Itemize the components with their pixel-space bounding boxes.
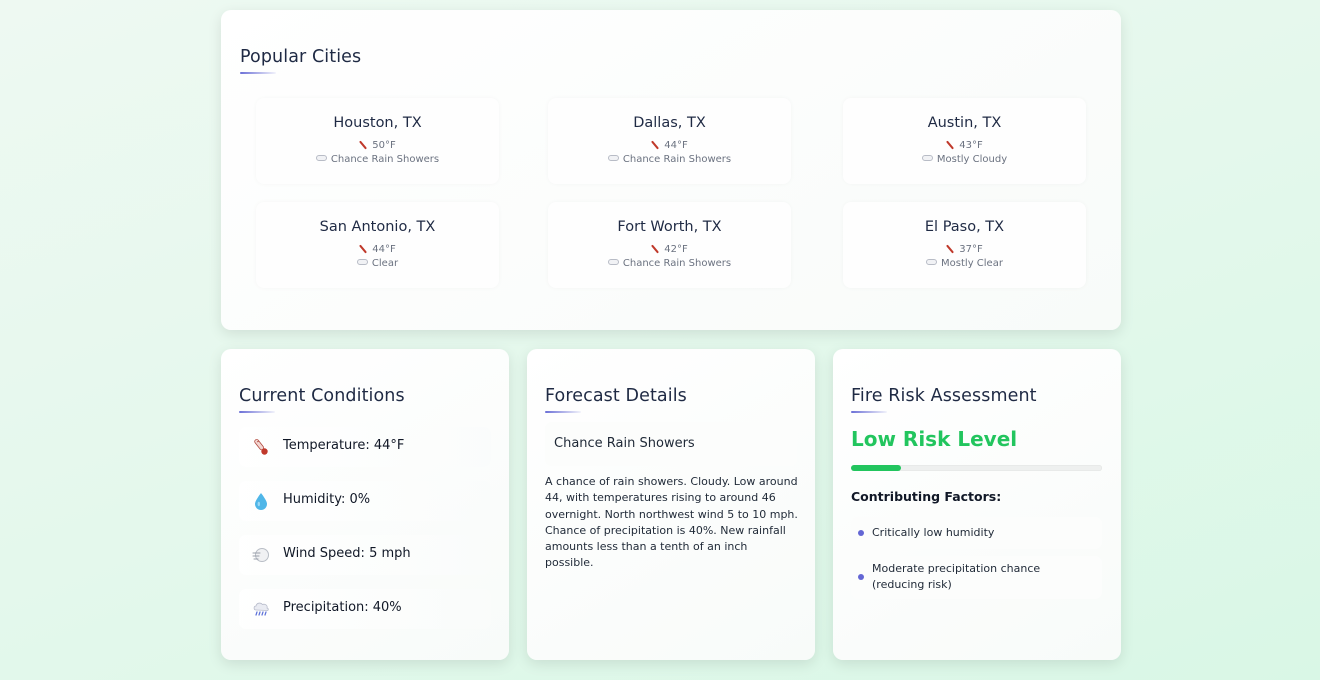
fire-risk-card: Fire Risk Assessment Low Risk Level Cont…: [833, 349, 1121, 660]
forecast-details-card: Forecast Details Chance Rain Showers A c…: [527, 349, 815, 660]
contributing-factors-title: Contributing Factors:: [851, 489, 1002, 504]
factor-item: Critically low humidity: [851, 517, 1102, 549]
city-temp-value: 44°F: [664, 140, 688, 151]
rain-cloud-icon: [253, 602, 269, 616]
city-condition-value: Chance Rain Showers: [622, 154, 732, 165]
city-card-san-antonio[interactable]: San Antonio, TX 44°F Clear: [256, 202, 499, 288]
cloud-icon: [356, 259, 368, 265]
humidity-label: Humidity: 0%: [283, 492, 371, 507]
temperature-label: Temperature: 44°F: [283, 438, 405, 453]
city-condition: Chance Rain Showers: [256, 154, 499, 165]
bullet-dot: [858, 574, 864, 580]
forecast-short-text: Chance Rain Showers: [554, 436, 695, 451]
wind-row: Wind Speed: 5 mph: [239, 535, 491, 575]
factor-text: Critically low humidity: [872, 526, 995, 539]
title-underline: [545, 411, 581, 413]
wind-icon: [252, 548, 269, 562]
city-temp: 37°F: [843, 244, 1086, 255]
droplet-icon: [255, 493, 267, 510]
popular-cities-title: Popular Cities: [240, 47, 362, 67]
factor-item: Moderate precipitation chance (reducing …: [851, 556, 1102, 599]
humidity-row: Humidity: 0%: [239, 481, 491, 521]
current-conditions-card: Current Conditions Temperature: 44°F Hum…: [221, 349, 509, 660]
city-card-houston[interactable]: Houston, TX 50°F Chance Rain Showers: [256, 98, 499, 184]
city-temp-value: 42°F: [664, 244, 688, 255]
bullet-dot: [858, 530, 864, 536]
city-card-el-paso[interactable]: El Paso, TX 37°F Mostly Clear: [843, 202, 1086, 288]
city-condition: Mostly Cloudy: [843, 154, 1086, 165]
city-condition: Chance Rain Showers: [548, 258, 791, 269]
city-condition-value: Clear: [371, 258, 399, 269]
title-underline: [239, 411, 275, 413]
risk-level-label: Low Risk Level: [851, 427, 1018, 451]
city-condition: Clear: [256, 258, 499, 269]
thermometer-icon: [359, 245, 368, 254]
city-card-dallas[interactable]: Dallas, TX 44°F Chance Rain Showers: [548, 98, 791, 184]
city-temp-value: 50°F: [372, 140, 396, 151]
risk-level-bar-fill: [851, 465, 902, 471]
thermometer-icon: [359, 141, 368, 150]
city-name: El Paso, TX: [924, 219, 1005, 235]
city-temp: 42°F: [548, 244, 791, 255]
cloud-icon: [607, 155, 619, 161]
thermometer-icon: [651, 245, 660, 254]
cloud-icon: [607, 259, 619, 265]
fire-risk-title: Fire Risk Assessment: [851, 386, 1037, 406]
title-underline: [240, 72, 276, 74]
city-name: Austin, TX: [927, 115, 1002, 131]
thermometer-icon: [946, 141, 955, 150]
city-condition-value: Mostly Cloudy: [936, 154, 1008, 165]
city-temp: 44°F: [256, 244, 499, 255]
factor-text: Moderate precipitation chance (reducing …: [872, 562, 1041, 591]
city-temp-value: 44°F: [372, 244, 396, 255]
precipitation-row: Precipitation: 40%: [239, 589, 491, 629]
thermometer-icon: [651, 141, 660, 150]
city-temp-value: 43°F: [959, 140, 983, 151]
city-name: San Antonio, TX: [319, 219, 436, 235]
forecast-short-pill: Chance Rain Showers: [545, 422, 797, 466]
thermometer-icon: [946, 245, 955, 254]
city-condition-value: Chance Rain Showers: [330, 154, 440, 165]
city-condition: Chance Rain Showers: [548, 154, 791, 165]
forecast-detailed-text: A chance of rain showers. Cloudy. Low ar…: [545, 475, 798, 570]
city-temp: 50°F: [256, 140, 499, 151]
cloud-icon: [315, 155, 327, 161]
thermometer-icon: [254, 439, 268, 455]
city-temp: 43°F: [843, 140, 1086, 151]
city-card-austin[interactable]: Austin, TX 43°F Mostly Cloudy: [843, 98, 1086, 184]
city-condition-value: Mostly Clear: [941, 258, 1003, 269]
city-name: Houston, TX: [333, 115, 422, 131]
temperature-row: Temperature: 44°F: [239, 427, 491, 467]
popular-cities-card: Popular Cities Houston, TX 50°F Chance R…: [221, 10, 1121, 330]
city-name: Dallas, TX: [633, 115, 706, 131]
city-name: Fort Worth, TX: [617, 219, 722, 235]
city-temp: 44°F: [548, 140, 791, 151]
city-card-fort-worth[interactable]: Fort Worth, TX 42°F Chance Rain Showers: [548, 202, 791, 288]
title-underline: [851, 411, 887, 413]
cloud-icon: [921, 155, 933, 161]
wind-speed-label: Wind Speed: 5 mph: [283, 546, 411, 561]
risk-level-bar: [851, 465, 1102, 471]
forecast-details-title: Forecast Details: [545, 386, 687, 406]
cloud-icon: [926, 259, 938, 265]
city-temp-value: 37°F: [959, 244, 983, 255]
city-condition-value: Chance Rain Showers: [622, 258, 732, 269]
city-condition: Mostly Clear: [843, 258, 1086, 269]
precipitation-label: Precipitation: 40%: [283, 600, 402, 615]
current-conditions-title: Current Conditions: [239, 386, 405, 406]
